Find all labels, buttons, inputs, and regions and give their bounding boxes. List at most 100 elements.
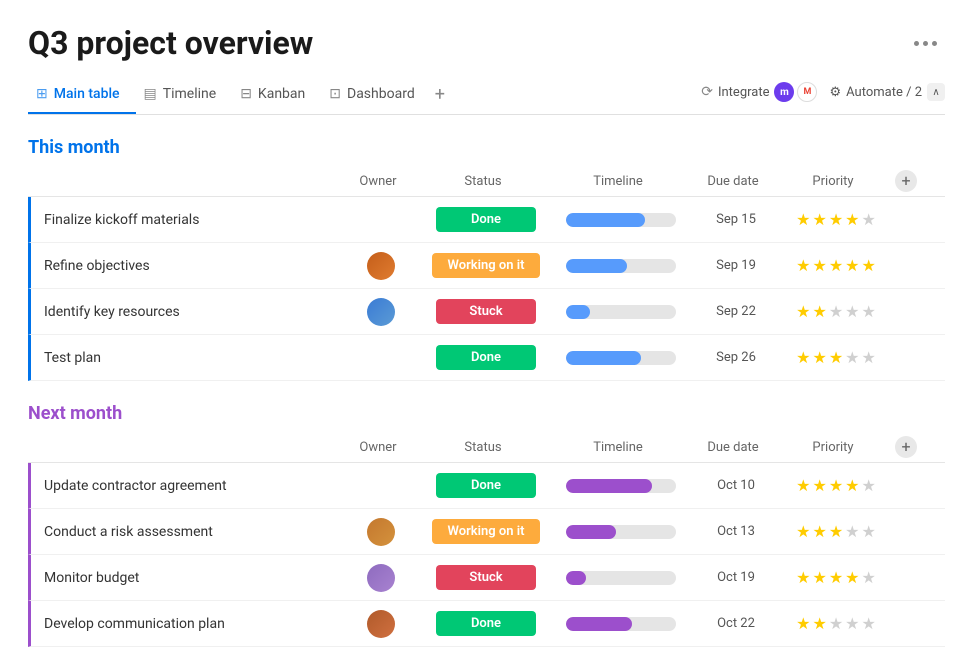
add-column-button[interactable]: +	[895, 170, 917, 192]
timeline-bar	[566, 305, 590, 319]
main-container: Q3 project overview ⊞ Main table ▤ Timel…	[0, 0, 973, 663]
automate-label: Automate / 2	[846, 85, 922, 100]
star-5: ★	[862, 476, 876, 495]
tab-dashboard-label: Dashboard	[347, 86, 415, 102]
col-priority-header: Priority	[778, 174, 888, 189]
status-cell[interactable]: Working on it	[421, 253, 551, 278]
tab-dashboard[interactable]: ⊡ Dashboard	[321, 78, 430, 114]
status-cell[interactable]: Working on it	[421, 519, 551, 544]
star-3: ★	[829, 256, 843, 275]
integrate-button[interactable]: ⟳ Integrate m M	[701, 82, 817, 102]
status-badge[interactable]: Done	[436, 473, 536, 498]
task-name: Identify key resources	[31, 294, 341, 330]
title-row: Q3 project overview	[28, 24, 945, 62]
priority-cell: ★★★★★	[781, 302, 891, 321]
tab-kanban[interactable]: ⊟ Kanban	[232, 78, 321, 114]
badge-gmail: M	[797, 82, 817, 102]
star-5: ★	[862, 210, 876, 229]
chevron-up-icon[interactable]: ∧	[927, 83, 945, 101]
due-date-cell: Sep 15	[691, 212, 781, 227]
col-status-header: Status	[418, 440, 548, 455]
table-row[interactable]: Monitor budget Stuck Oct 19 ★★★★★	[28, 555, 945, 601]
col-priority-header: Priority	[778, 440, 888, 455]
timeline-cell	[551, 213, 691, 227]
status-badge[interactable]: Working on it	[432, 519, 541, 544]
due-date-cell: Sep 22	[691, 304, 781, 319]
star-5: ★	[862, 348, 876, 367]
status-badge[interactable]: Done	[436, 207, 536, 232]
status-cell[interactable]: Done	[421, 473, 551, 498]
section-title-this-month: This month	[28, 137, 120, 158]
star-4: ★	[845, 302, 859, 321]
table-row[interactable]: Refine objectives Working on it Sep 19 ★…	[28, 243, 945, 289]
table-row[interactable]: Conduct a risk assessment Working on it …	[28, 509, 945, 555]
star-4: ★	[845, 614, 859, 633]
status-badge[interactable]: Stuck	[436, 565, 536, 590]
table-row[interactable]: Identify key resources Stuck Sep 22 ★★★★…	[28, 289, 945, 335]
tab-main-table[interactable]: ⊞ Main table	[28, 78, 136, 114]
integrate-label: Integrate	[718, 85, 770, 100]
task-name: Update contractor agreement	[31, 468, 341, 504]
dot3	[932, 41, 937, 46]
automate-button[interactable]: ⚙ Automate / 2 ∧	[829, 83, 945, 101]
tab-main-table-label: Main table	[54, 86, 120, 102]
star-3: ★	[829, 476, 843, 495]
due-date-cell: Oct 13	[691, 524, 781, 539]
status-cell[interactable]: Stuck	[421, 565, 551, 590]
timeline-cell	[551, 525, 691, 539]
col-headers-next-month: Owner Status Timeline Due date Priority …	[28, 432, 945, 463]
col-status-header: Status	[418, 174, 548, 189]
timeline-bar-wrap	[566, 213, 676, 227]
timeline-cell	[551, 571, 691, 585]
status-cell[interactable]: Done	[421, 345, 551, 370]
star-1: ★	[796, 614, 810, 633]
star-4: ★	[845, 210, 859, 229]
avatar	[367, 252, 395, 280]
dot2	[923, 41, 928, 46]
star-5: ★	[862, 256, 876, 275]
status-cell[interactable]: Stuck	[421, 299, 551, 324]
table-row[interactable]: Test plan Done Sep 26 ★★★★★	[28, 335, 945, 381]
timeline-bar	[566, 213, 645, 227]
timeline-bar	[566, 479, 652, 493]
table-row[interactable]: Develop communication plan Done Oct 22 ★…	[28, 601, 945, 647]
tab-timeline[interactable]: ▤ Timeline	[136, 78, 233, 114]
main-table-icon: ⊞	[36, 86, 48, 102]
owner-cell	[341, 298, 421, 326]
timeline-bar-wrap	[566, 525, 676, 539]
due-date-cell: Oct 10	[691, 478, 781, 493]
star-3: ★	[829, 302, 843, 321]
star-5: ★	[862, 302, 876, 321]
owner-cell	[341, 564, 421, 592]
section-next-month: Next month Owner Status Timeline Due dat…	[28, 403, 945, 647]
timeline-icon: ▤	[144, 86, 157, 102]
timeline-cell	[551, 351, 691, 365]
status-cell[interactable]: Done	[421, 611, 551, 636]
add-column-button[interactable]: +	[895, 436, 917, 458]
owner-cell	[341, 518, 421, 546]
status-badge[interactable]: Stuck	[436, 299, 536, 324]
table-row[interactable]: Update contractor agreement Done Oct 10 …	[28, 463, 945, 509]
status-cell[interactable]: Done	[421, 207, 551, 232]
star-1: ★	[796, 210, 810, 229]
timeline-bar	[566, 351, 641, 365]
star-3: ★	[829, 210, 843, 229]
star-1: ★	[796, 522, 810, 541]
priority-cell: ★★★★★	[781, 476, 891, 495]
table-row[interactable]: Finalize kickoff materials Done Sep 15 ★…	[28, 197, 945, 243]
tab-kanban-label: Kanban	[258, 86, 305, 102]
dot1	[914, 41, 919, 46]
owner-cell	[341, 252, 421, 280]
avatar	[367, 610, 395, 638]
add-tab-button[interactable]: +	[431, 76, 453, 115]
col-owner-header: Owner	[338, 174, 418, 189]
star-4: ★	[845, 348, 859, 367]
status-badge[interactable]: Done	[436, 345, 536, 370]
task-name: Conduct a risk assessment	[31, 514, 341, 550]
more-options-button[interactable]	[906, 37, 945, 50]
col-owner-header: Owner	[338, 440, 418, 455]
status-badge[interactable]: Working on it	[432, 253, 541, 278]
star-3: ★	[829, 568, 843, 587]
col-duedate-header: Due date	[688, 174, 778, 189]
status-badge[interactable]: Done	[436, 611, 536, 636]
